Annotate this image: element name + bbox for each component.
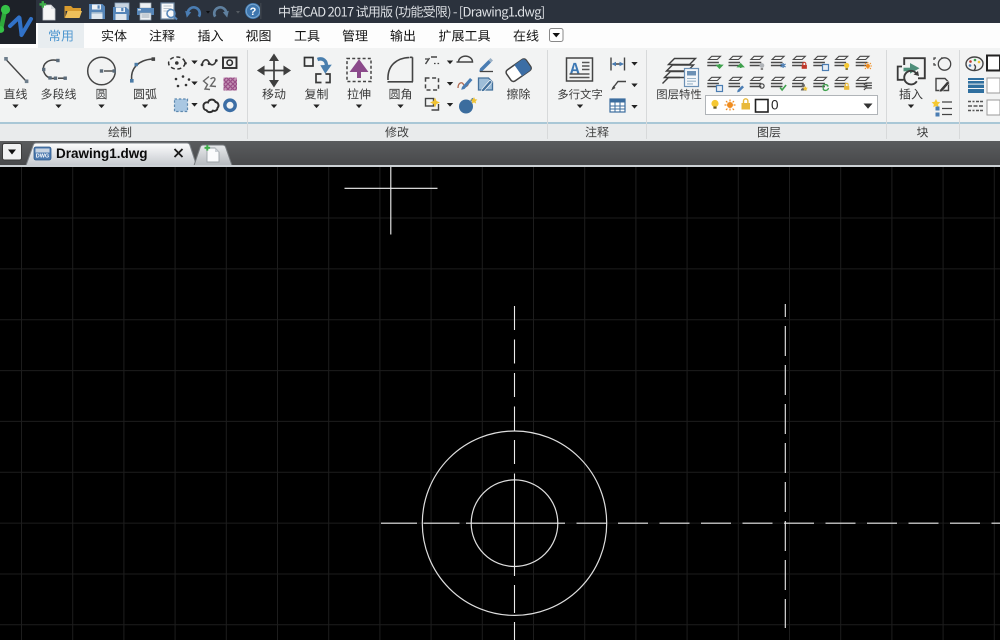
svg-text:0: 0: [771, 98, 779, 113]
svg-text:?: ?: [250, 6, 257, 18]
svg-text:Drawing1.dwg: Drawing1.dwg: [56, 146, 148, 161]
svg-text:DWG: DWG: [36, 154, 49, 160]
